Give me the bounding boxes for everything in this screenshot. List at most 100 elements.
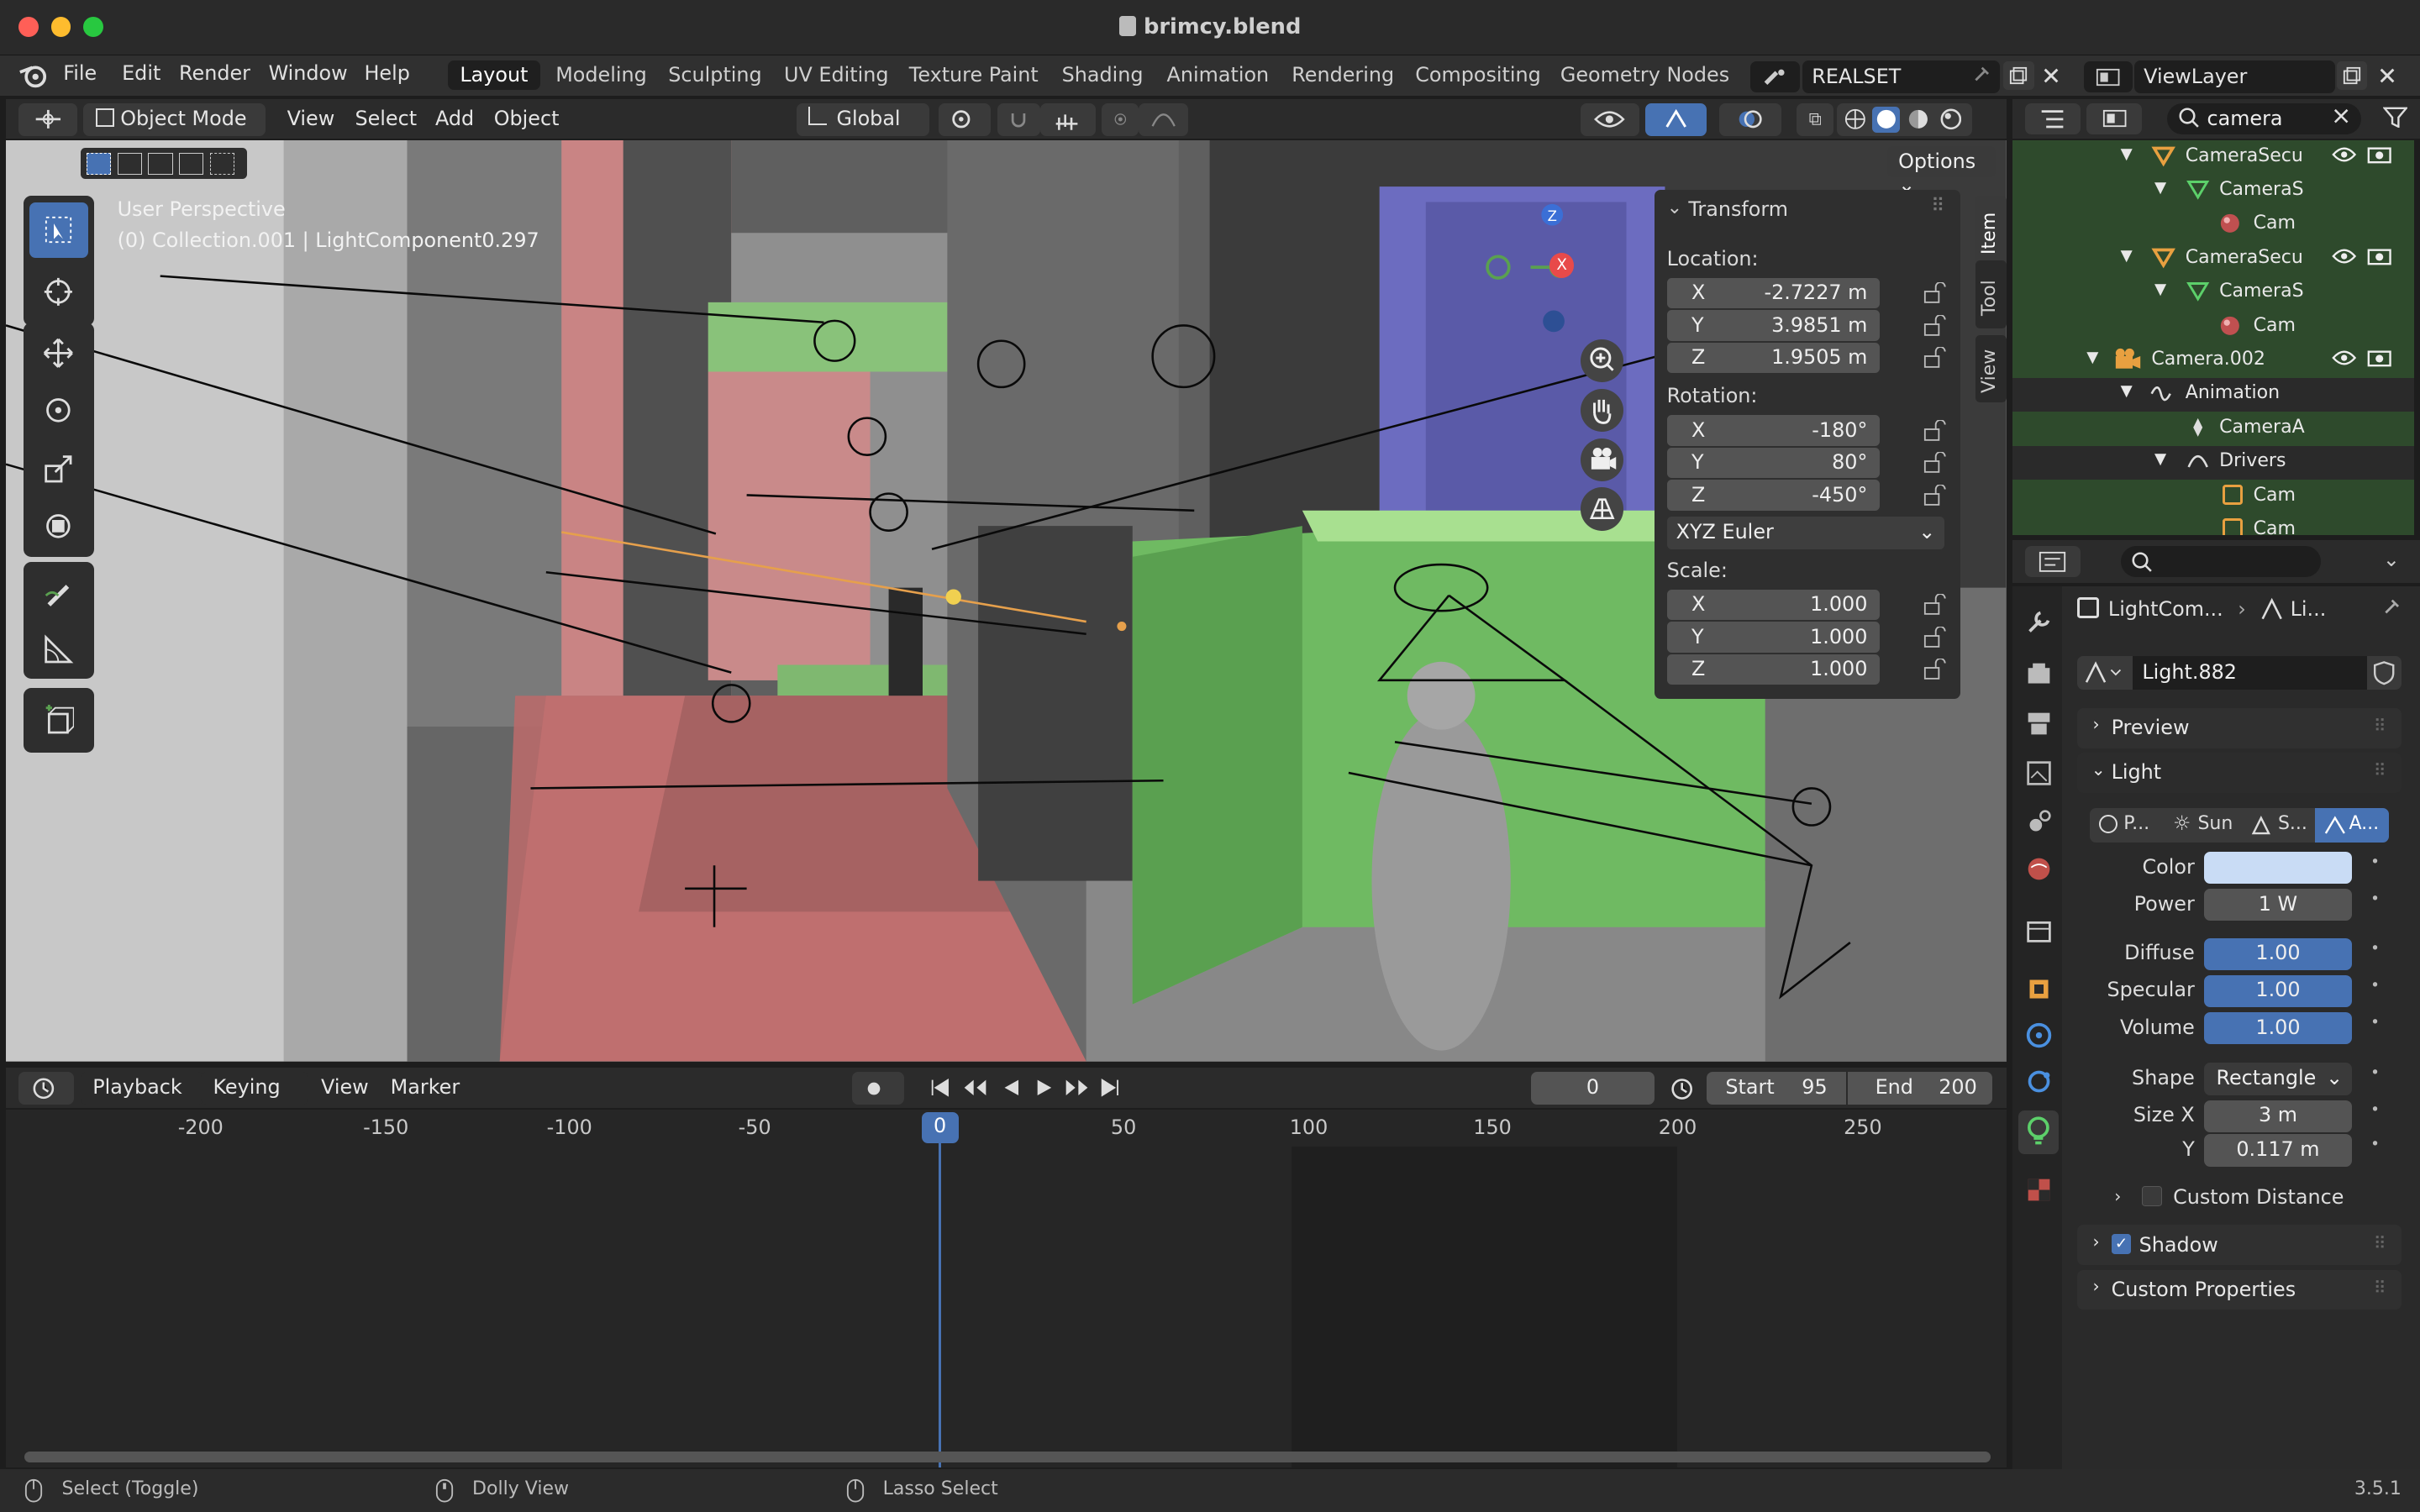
expand-icon[interactable]: ▼: [2154, 281, 2166, 298]
expand-icon[interactable]: ▼: [2121, 145, 2133, 163]
playback-menu[interactable]: Playback ⌄: [80, 1072, 204, 1122]
sidebar-tab-view[interactable]: View: [1975, 334, 2007, 403]
jump-to-start-icon[interactable]: [926, 1075, 954, 1100]
gizmo-x-axis[interactable]: X: [1549, 253, 1575, 278]
camera-view-icon[interactable]: [1580, 438, 1624, 482]
drag-handle-icon[interactable]: ⠿: [2374, 1278, 2386, 1298]
scene-selector-icon[interactable]: [1749, 61, 1800, 93]
menu-object[interactable]: Object: [494, 107, 560, 130]
lock-rotation-x-icon[interactable]: [1923, 419, 1948, 442]
fake-user-shield-icon[interactable]: [2367, 655, 2402, 690]
keyframe-dot-icon[interactable]: •: [2370, 1064, 2380, 1082]
collapse-transform-icon[interactable]: ⌄: [1667, 197, 1682, 218]
expand-icon[interactable]: ▼: [2154, 179, 2166, 197]
blender-logo-icon[interactable]: [18, 61, 50, 89]
drag-handle-icon[interactable]: ⠿: [2374, 1233, 2386, 1253]
view-layer-tab-icon[interactable]: [2025, 759, 2053, 787]
location-y-field[interactable]: Y 3.9851 m: [1666, 310, 1881, 341]
tab-uv-editing[interactable]: UV Editing: [771, 60, 901, 90]
panel-custom-properties[interactable]: › Custom Properties ⠿: [2077, 1269, 2402, 1310]
lock-location-z-icon[interactable]: [1923, 347, 1948, 369]
location-z-field[interactable]: Z 1.9505 m: [1666, 342, 1881, 374]
tab-geometry-nodes[interactable]: Geometry Nodes: [1548, 60, 1742, 90]
menu-marker[interactable]: Marker: [391, 1075, 460, 1099]
drag-handle-icon[interactable]: ⠿: [2374, 716, 2386, 736]
outliner-editor-type-icon[interactable]: [2024, 103, 2081, 134]
snap-target-icon[interactable]: [1039, 103, 1097, 136]
material-shading-icon[interactable]: [1904, 107, 1932, 133]
ortho-toggle-icon[interactable]: [1580, 487, 1624, 531]
menu-view[interactable]: View: [321, 1075, 369, 1099]
list-item[interactable]: ▼ Drivers: [2012, 445, 2414, 480]
tab-layout[interactable]: Layout: [447, 60, 541, 90]
rendered-shading-icon[interactable]: [1937, 107, 1965, 133]
tab-rendering[interactable]: Rendering: [1280, 60, 1407, 90]
scale-x-field[interactable]: X 1.000: [1666, 589, 1881, 621]
tab-modeling[interactable]: Modeling: [544, 60, 660, 90]
light-data-tab-icon[interactable]: [2018, 1110, 2060, 1154]
shadow-checkbox[interactable]: ✓: [2111, 1234, 2132, 1255]
panel-shadow[interactable]: › ✓ Shadow ⠿: [2077, 1225, 2402, 1266]
eye-icon[interactable]: [2332, 145, 2357, 164]
tab-shading[interactable]: Shading: [1050, 60, 1155, 90]
overlays-icon[interactable]: [1719, 103, 1781, 136]
visibility-icon[interactable]: [1580, 103, 1639, 136]
menu-add[interactable]: Add: [435, 107, 474, 130]
power-field[interactable]: 1 W: [2203, 888, 2353, 921]
custom-distance-subpanel[interactable]: › Custom Distance: [2108, 1184, 2402, 1215]
lock-rotation-y-icon[interactable]: [1923, 452, 1948, 474]
tab-texture-paint[interactable]: Texture Paint: [897, 60, 1050, 90]
playhead-frame-badge[interactable]: 0: [921, 1112, 959, 1143]
jump-to-end-icon[interactable]: [1096, 1075, 1123, 1100]
preview-range-icon[interactable]: [1667, 1074, 1698, 1101]
properties-editor-type-icon[interactable]: [2024, 546, 2081, 577]
timeline-editor-type-icon[interactable]: [18, 1072, 75, 1105]
keyframe-dot-icon[interactable]: •: [2370, 1136, 2380, 1153]
world-tab-icon[interactable]: [2025, 855, 2053, 883]
auto-keying-icon[interactable]: [851, 1072, 905, 1105]
wireframe-shading-icon[interactable]: [1841, 107, 1869, 133]
play-icon[interactable]: [1031, 1075, 1059, 1100]
shape-dropdown[interactable]: Rectangle ⌄: [2203, 1063, 2353, 1096]
list-item[interactable]: CameraA: [2012, 412, 2414, 445]
snap-icon[interactable]: [997, 103, 1040, 136]
jump-to-keyframe-next-icon[interactable]: [1062, 1075, 1093, 1100]
new-scene-icon[interactable]: [2003, 61, 2034, 90]
camera-render-icon[interactable]: [2367, 247, 2392, 265]
rotation-y-field[interactable]: Y 80°: [1666, 447, 1881, 479]
view-layer-field[interactable]: ViewLayer: [2134, 60, 2335, 93]
orientation-dropdown[interactable]: Global ⌄: [796, 103, 929, 154]
pin-icon[interactable]: [2380, 597, 2402, 619]
light-type-point[interactable]: P...: [2090, 808, 2160, 842]
rotation-x-field[interactable]: X -180°: [1666, 415, 1881, 446]
properties-search-input[interactable]: [2120, 546, 2322, 577]
options-dropdown[interactable]: Options ⌄: [1887, 146, 1996, 197]
expand-icon[interactable]: ▼: [2086, 349, 2098, 366]
display-mode-icon[interactable]: [2086, 103, 2143, 134]
output-tab-icon[interactable]: [2025, 710, 2053, 738]
tab-animation[interactable]: Animation: [1155, 60, 1281, 90]
pan-view-icon[interactable]: [1580, 388, 1624, 433]
list-item[interactable]: ▼ CameraSecu: [2012, 140, 2414, 174]
chevron-down-icon[interactable]: ⌄: [2383, 548, 2400, 571]
select-box-tool-icon[interactable]: [29, 202, 88, 258]
proportional-edit-icon[interactable]: [1102, 103, 1139, 136]
keyframe-dot-icon[interactable]: •: [2370, 940, 2380, 958]
menu-file[interactable]: File: [63, 61, 97, 85]
zoom-view-icon[interactable]: [1580, 339, 1624, 383]
keyframe-dot-icon[interactable]: •: [2370, 890, 2380, 908]
light-type-area[interactable]: A...: [2315, 808, 2390, 843]
list-item[interactable]: ▼ CameraS: [2012, 276, 2414, 310]
list-item[interactable]: Cam: [2012, 514, 2414, 536]
rotation-mode-dropdown[interactable]: XYZ Euler ⌄: [1666, 517, 1945, 549]
scale-y-field[interactable]: Y 1.000: [1666, 622, 1881, 653]
scene-tab-icon[interactable]: [2025, 808, 2053, 836]
sidebar-tab-tool[interactable]: Tool: [1975, 260, 2007, 329]
frame-ruler[interactable]: [6, 1109, 2007, 1147]
keyframe-dot-icon[interactable]: •: [2370, 1014, 2380, 1032]
tool-tab-icon[interactable]: [2025, 608, 2053, 636]
lock-scale-z-icon[interactable]: [1923, 659, 1948, 680]
scale-tool-icon[interactable]: [29, 441, 88, 496]
add-cube-tool-icon[interactable]: [29, 693, 88, 748]
lock-location-y-icon[interactable]: [1923, 314, 1948, 337]
